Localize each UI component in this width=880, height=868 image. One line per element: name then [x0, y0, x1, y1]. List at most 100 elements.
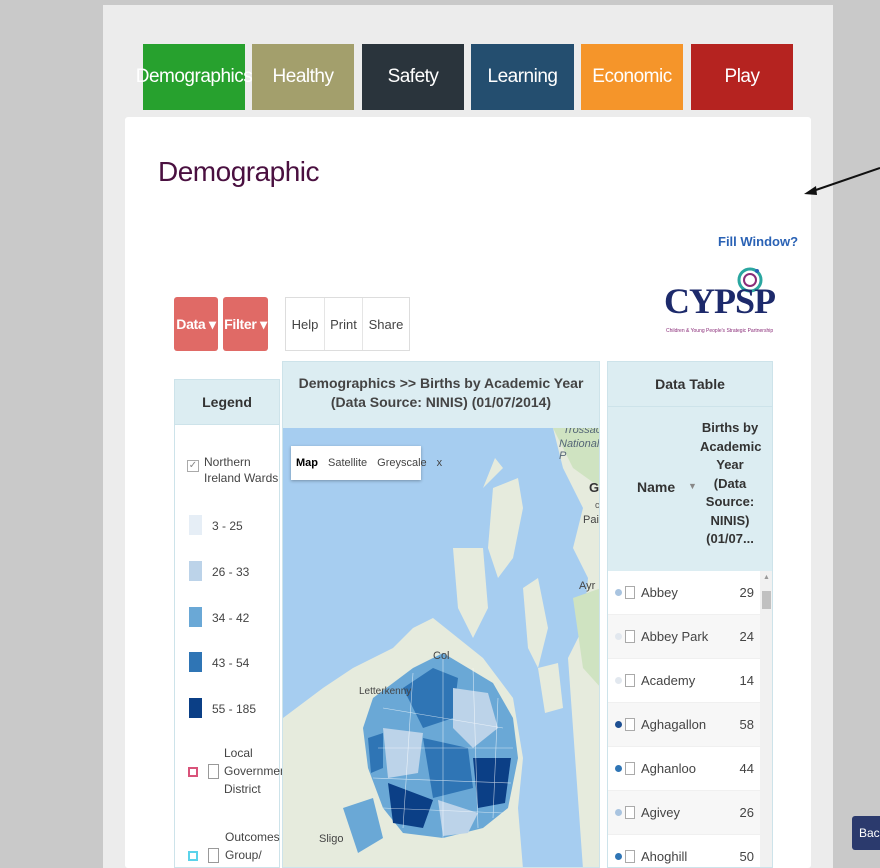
map-place-label: Col	[433, 650, 450, 662]
row-value: 29	[739, 585, 754, 600]
document-icon[interactable]	[625, 586, 635, 599]
row-value: 14	[739, 673, 754, 688]
row-name: Agivey	[641, 805, 681, 820]
page-title: Demographic	[158, 156, 320, 187]
row-color-dot	[615, 677, 622, 684]
legend-swatch	[189, 652, 202, 672]
map-type-close[interactable]: x	[432, 457, 448, 469]
data-table-panel: Data Table Name ▼ Births by Academic Yea…	[607, 361, 773, 868]
logo-subtitle: Children & Young People's Strategic Part…	[666, 328, 774, 334]
legend-range-label: 43 - 54	[212, 656, 250, 670]
right-gutter	[833, 0, 880, 868]
legend-title: Legend	[175, 380, 279, 425]
map-type-map[interactable]: Map	[291, 457, 323, 469]
legend-panel: Legend ✓ Northern Ireland Wards 3 - 25 2…	[174, 379, 291, 868]
document-icon[interactable]	[625, 806, 635, 819]
value-column-header[interactable]: Births by Academic Year (Data Source: NI…	[700, 419, 761, 549]
document-icon[interactable]	[625, 718, 635, 731]
legend-range-label: 55 - 185	[212, 702, 257, 716]
row-name: Academy	[641, 673, 696, 688]
map-type-satellite[interactable]: Satellite	[323, 457, 372, 469]
row-name: Abbey Park	[641, 629, 709, 644]
map-type-control: Map Satellite Greyscale x	[291, 446, 442, 480]
legend-range-label: 26 - 33	[212, 565, 250, 579]
tab-healthy[interactable]: Healthy	[252, 44, 354, 110]
table-row[interactable]: Abbey Park 24	[608, 615, 760, 659]
lgd-label: Local Government District	[224, 746, 291, 796]
print-button[interactable]: Print	[325, 298, 363, 350]
map-place-label: Pais	[583, 514, 599, 526]
logo-text: CYPSP	[664, 281, 776, 321]
map-panel: Demographics >> Births by Academic Year …	[282, 361, 600, 868]
legend-swatch	[189, 515, 202, 535]
table-scrollbar[interactable]: ▲	[760, 571, 772, 867]
outcomes-checkbox[interactable]	[208, 848, 219, 863]
cypsp-logo: CYPSP Children & Young People's Strategi…	[660, 262, 780, 340]
wards-checkbox[interactable]: ✓	[187, 460, 199, 472]
legend-swatch	[189, 698, 202, 718]
tab-demographics[interactable]: Demographics	[136, 44, 253, 110]
tab-learning[interactable]: Learning	[471, 44, 574, 110]
document-icon[interactable]	[625, 850, 635, 863]
wards-layer-label: Northern Ireland Wards	[204, 455, 279, 485]
document-icon[interactable]	[625, 674, 635, 687]
table-row[interactable]: Aghanloo 44	[608, 747, 760, 791]
row-name: Aghagallon	[641, 717, 707, 732]
row-value: 50	[739, 849, 754, 864]
map-type-greyscale[interactable]: Greyscale	[372, 457, 432, 469]
help-button[interactable]: Help	[286, 298, 325, 350]
row-color-dot	[615, 589, 622, 596]
row-value: 26	[739, 805, 754, 820]
tool-group: Help Print Share	[285, 297, 410, 351]
sort-arrow-icon[interactable]: ▼	[688, 481, 697, 491]
row-color-dot	[615, 809, 622, 816]
table-row[interactable]: Abbey 29	[608, 571, 760, 615]
legend-range-label: 34 - 42	[212, 611, 250, 625]
name-column-header[interactable]: Name	[637, 479, 675, 495]
share-button[interactable]: Share	[363, 298, 409, 350]
table-row[interactable]: Ahoghill 50	[608, 835, 760, 867]
data-table-title: Data Table	[608, 362, 772, 407]
back-button[interactable]: Back	[852, 816, 880, 850]
tab-safety[interactable]: Safety	[362, 44, 464, 110]
data-dropdown-button[interactable]: Data ▾	[174, 297, 218, 351]
annotation-arrow	[804, 167, 880, 195]
outcomes-label: Outcomes Group/	[225, 830, 280, 862]
filter-dropdown-button[interactable]: Filter ▾	[223, 297, 268, 351]
lgd-outline-icon	[188, 767, 198, 777]
table-row[interactable]: Aghagallon 58	[608, 703, 760, 747]
map-canvas[interactable]: Map Satellite Greyscale x Trossac Nation…	[283, 428, 600, 867]
row-color-dot	[615, 765, 622, 772]
row-name: Aghanloo	[641, 761, 696, 776]
row-name: Abbey	[641, 585, 678, 600]
map-place-label: Trossac	[563, 428, 600, 436]
map-place-label: National P	[559, 438, 600, 462]
table-row[interactable]: Agivey 26	[608, 791, 760, 835]
scroll-up-icon[interactable]: ▲	[763, 574, 770, 581]
map-place-label: Ayr	[579, 580, 596, 592]
map-place-label: Gl	[589, 480, 600, 495]
row-color-dot	[615, 853, 622, 860]
scroll-thumb[interactable]	[762, 591, 771, 609]
table-row[interactable]: Academy 14	[608, 659, 760, 703]
tab-economic[interactable]: Economic	[581, 44, 683, 110]
outcomes-outline-icon	[188, 851, 198, 861]
map-place-label: Letterkenny	[359, 686, 412, 697]
row-name: Ahoghill	[641, 849, 688, 864]
map-place-label: Sligo	[319, 833, 344, 845]
row-value: 24	[739, 629, 754, 644]
row-color-dot	[615, 721, 622, 728]
map-graphic	[283, 428, 599, 867]
data-table-header: Name ▼ Births by Academic Year (Data Sou…	[608, 407, 772, 571]
lgd-checkbox[interactable]	[208, 764, 219, 779]
map-place-label: c	[595, 500, 600, 510]
row-value: 58	[739, 717, 754, 732]
document-icon[interactable]	[625, 630, 635, 643]
row-value: 44	[739, 761, 754, 776]
row-color-dot	[615, 633, 622, 640]
tab-play[interactable]: Play	[691, 44, 793, 110]
document-icon[interactable]	[625, 762, 635, 775]
fill-window-link[interactable]: Fill Window?	[718, 234, 798, 249]
legend-swatch	[189, 607, 202, 627]
map-header: Demographics >> Births by Academic Year …	[283, 362, 599, 428]
